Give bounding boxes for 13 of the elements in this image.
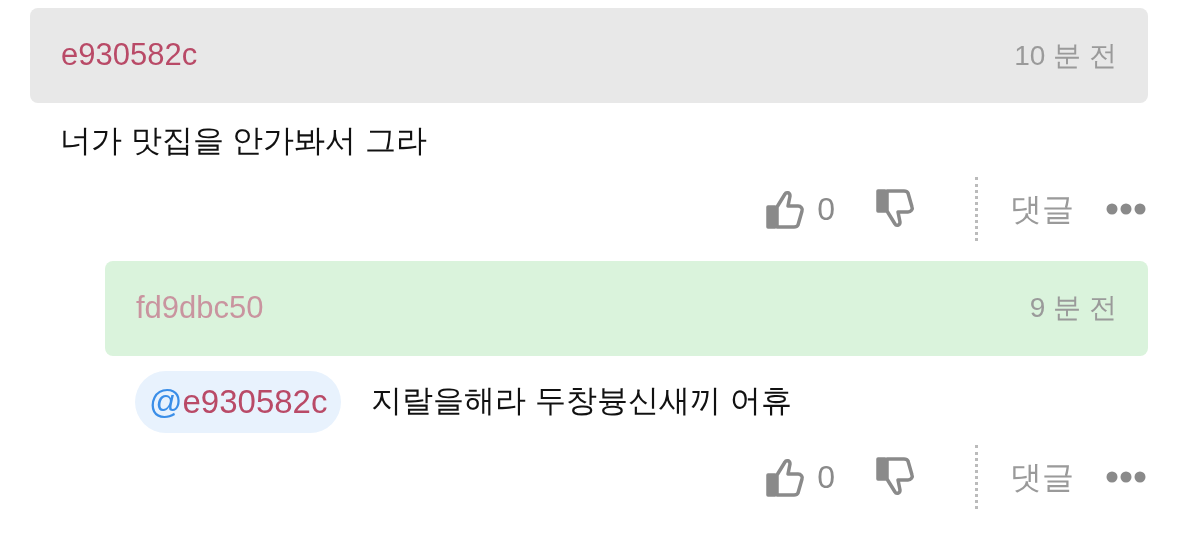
more-icon[interactable]: [1106, 202, 1146, 215]
like-count: 0: [817, 457, 835, 497]
reply-link[interactable]: 댓글: [1010, 184, 1074, 233]
username[interactable]: e930582c: [61, 32, 198, 79]
timestamp: 10 분 전: [1014, 38, 1117, 73]
comment-text: 너가 맛집을 안가봐서 그라: [60, 122, 427, 160]
timestamp: 9 분 전: [1029, 291, 1117, 325]
reply-link[interactable]: 댓글: [1010, 452, 1074, 501]
username[interactable]: fd9dbc50: [136, 284, 264, 332]
more-icon[interactable]: [1106, 470, 1146, 483]
like-count: 0: [817, 189, 835, 229]
comment-text: 지랄을해라 두창븅신새끼 어휴: [371, 382, 792, 421]
mention-link[interactable]: @e930582c: [135, 370, 342, 433]
